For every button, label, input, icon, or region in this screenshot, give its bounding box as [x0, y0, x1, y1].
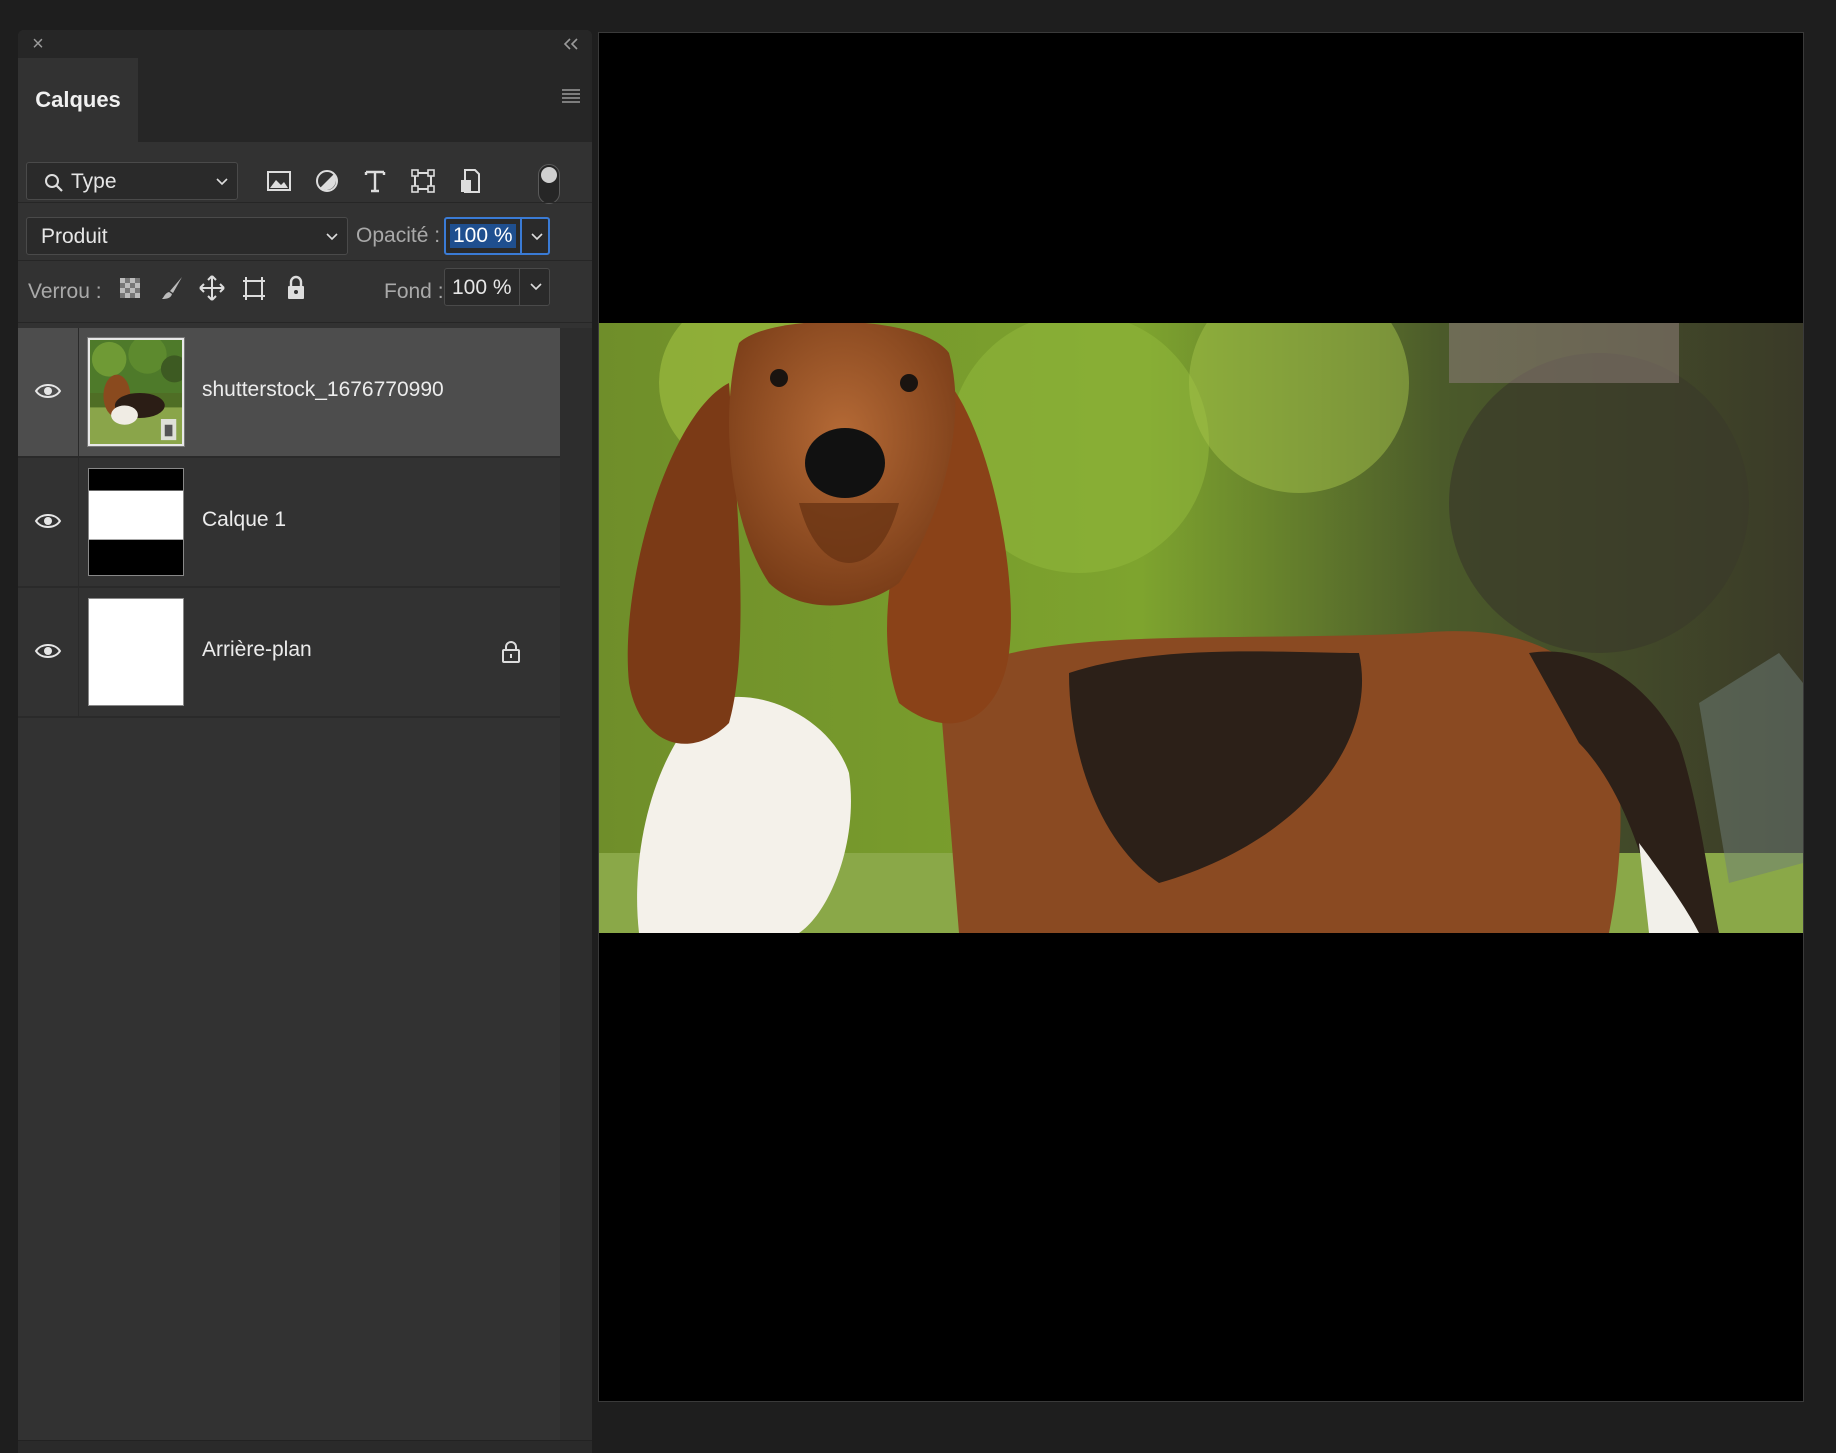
image-filter-icon[interactable] — [264, 166, 294, 196]
fill-value: 100 % — [452, 276, 512, 299]
filter-toggle-switch[interactable] — [538, 164, 560, 204]
layer-row-calque-1[interactable]: Calque 1 — [18, 458, 560, 588]
chevron-down-icon — [216, 178, 228, 186]
blend-mode-dropdown[interactable]: Produit — [26, 217, 348, 255]
lock-label: Verrou : — [28, 280, 102, 303]
layer-row-shutterstock[interactable]: shutterstock_1676770990 — [18, 328, 560, 458]
collapse-icon[interactable] — [560, 34, 582, 54]
eye-icon[interactable] — [34, 380, 62, 402]
panel-header-bar: × — [18, 30, 592, 58]
layer-thumbnail-photo[interactable] — [87, 337, 185, 447]
panel-menu-icon[interactable] — [560, 86, 582, 106]
chevron-down-icon[interactable] — [530, 229, 544, 243]
layer-name[interactable]: shutterstock_1676770990 — [202, 378, 444, 402]
eye-icon[interactable] — [34, 510, 62, 532]
lock-all-icon[interactable] — [282, 274, 310, 302]
fill-input[interactable]: 100 % — [444, 268, 550, 306]
opacity-input[interactable]: 100 % — [444, 217, 550, 255]
layers-list: shutterstock_1676770990 Calque 1 Arrière… — [18, 328, 560, 718]
scrollbar[interactable] — [560, 328, 592, 1452]
layer-name[interactable]: Calque 1 — [202, 508, 286, 532]
layer-name[interactable]: Arrière-plan — [202, 638, 312, 662]
layer-row-background[interactable]: Arrière-plan — [18, 588, 560, 718]
smart-object-filter-icon[interactable] — [456, 166, 486, 196]
search-icon — [45, 174, 63, 192]
blend-mode-value: Produit — [41, 225, 108, 248]
chevron-down-icon — [326, 233, 338, 241]
lock-artboard-icon[interactable] — [240, 274, 268, 302]
layers-panel: × Calques Type Produit Opacité: 100 % V… — [18, 30, 592, 1453]
close-icon[interactable]: × — [28, 34, 48, 54]
divider — [519, 269, 520, 305]
lock-row: Verrou : Fond : 100 % — [18, 258, 592, 316]
divider — [18, 322, 592, 323]
type-filter-icon[interactable] — [360, 166, 390, 196]
eye-icon[interactable] — [34, 640, 62, 662]
visibility-column — [18, 458, 79, 586]
filter-type-dropdown[interactable]: Type — [26, 162, 238, 200]
blend-row: Produit Opacité : 100 % — [18, 200, 592, 258]
opacity-value: 100 % — [450, 224, 516, 248]
dog-photo — [599, 323, 1803, 933]
filter-type-label: Type — [71, 170, 117, 193]
document-canvas[interactable] — [598, 32, 1804, 1402]
opacity-label: Opacité : — [356, 224, 441, 247]
visibility-column — [18, 328, 79, 456]
filter-row: Type — [18, 142, 592, 204]
lock-icon — [502, 641, 520, 663]
shape-filter-icon[interactable] — [408, 166, 438, 196]
lock-transparency-icon[interactable] — [116, 274, 144, 302]
visibility-column — [18, 588, 79, 716]
panel-tab-bar: Calques — [18, 58, 592, 142]
divider — [520, 219, 522, 253]
toggle-knob — [541, 167, 557, 183]
panel-footer — [18, 1440, 592, 1453]
tab-layers[interactable]: Calques — [18, 58, 138, 142]
lock-pixels-icon[interactable] — [158, 274, 186, 302]
layer-thumbnail-bands[interactable] — [88, 468, 184, 576]
fill-label: Fond : — [384, 280, 444, 303]
lock-position-icon[interactable] — [198, 274, 226, 302]
adjustment-filter-icon[interactable] — [312, 166, 342, 196]
chevron-down-icon[interactable] — [529, 279, 543, 293]
layer-thumbnail-white[interactable] — [88, 598, 184, 706]
